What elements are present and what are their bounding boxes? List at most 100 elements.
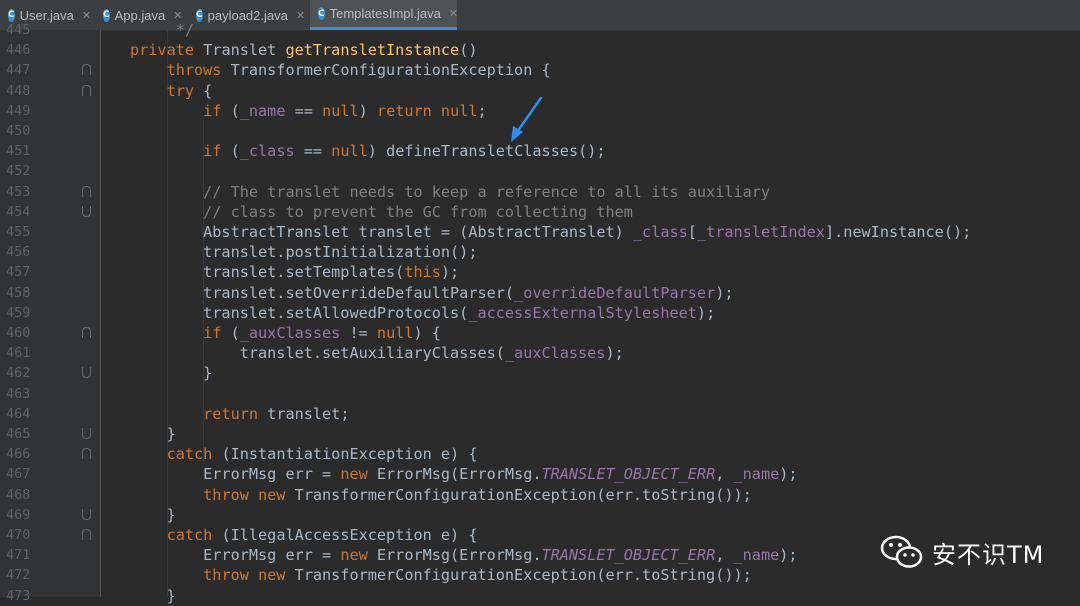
code-line[interactable]: 459 translet.setAllowedProtocols(_access…	[0, 303, 1080, 323]
code-line[interactable]: 447 throws TransformerConfigurationExcep…	[0, 60, 1080, 80]
code-text: if (_name == null) return null;	[130, 101, 487, 121]
code-token: }	[130, 505, 176, 524]
code-text: ErrorMsg err = new ErrorMsg(ErrorMsg.TRA…	[130, 545, 798, 565]
code-token: );	[696, 303, 716, 322]
line-number: 467	[6, 466, 31, 483]
code-token: new	[340, 546, 377, 565]
wechat-icon	[880, 535, 923, 568]
code-token: _name	[733, 465, 780, 484]
code-token: null	[331, 142, 368, 161]
fold-marker-icon[interactable]	[82, 64, 91, 76]
code-token: if	[203, 324, 231, 342]
code-token: null	[376, 324, 414, 342]
code-line[interactable]: 468 throw new TransformerConfigurationEx…	[0, 485, 1080, 505]
line-number: 457	[6, 264, 31, 281]
code-token: );	[605, 344, 624, 363]
code-text: private Translet getTransletInstance()	[130, 40, 477, 60]
code-token: _accessExternalStylesheet	[468, 303, 697, 322]
fold-marker-icon[interactable]	[82, 84, 91, 96]
line-number: 456	[6, 244, 31, 261]
line-number: 459	[6, 304, 31, 321]
code-text: }	[130, 363, 212, 383]
code-line[interactable]: 446 private Translet getTransletInstance(…	[0, 40, 1080, 60]
code-token: null	[322, 101, 359, 120]
fold-marker-icon[interactable]	[82, 327, 91, 338]
fold-marker-icon[interactable]	[82, 428, 91, 439]
code-line[interactable]: 473 }	[0, 586, 1080, 606]
code-token: getTransletInstance	[285, 41, 460, 60]
close-icon[interactable]: ✕	[449, 7, 458, 20]
code-token: _auxClasses	[504, 344, 606, 363]
code-line[interactable]: 467 ErrorMsg err = new ErrorMsg(ErrorMsg…	[0, 464, 1080, 484]
fold-marker-icon[interactable]	[82, 529, 91, 540]
code-token: throw new	[203, 485, 295, 504]
line-number: 472	[6, 567, 31, 584]
code-token: ErrorMsg(ErrorMsg.	[376, 465, 542, 484]
code-line[interactable]: 462 }	[0, 363, 1080, 383]
code-token: translet.setTemplates(	[130, 263, 405, 282]
code-text: if (_auxClasses != null) {	[130, 323, 441, 343]
fold-marker-icon[interactable]	[82, 185, 91, 197]
code-text: translet.setAllowedProtocols(_accessExte…	[130, 303, 715, 323]
code-line[interactable]: 452	[0, 161, 1080, 181]
code-token: catch	[166, 526, 222, 544]
code-token: this	[404, 263, 441, 282]
code-token: TRANSLET_OBJECT_ERR	[541, 546, 716, 565]
code-line[interactable]: 453 // The translet needs to keep a refe…	[0, 182, 1080, 202]
code-line[interactable]: 455 AbstractTranslet translet = (Abstrac…	[0, 222, 1080, 242]
code-token: translet;	[267, 404, 350, 423]
code-line[interactable]: 463	[0, 384, 1080, 404]
code-line[interactable]: 465 }	[0, 424, 1080, 444]
tab-label: TemplatesImpl.java	[329, 6, 441, 21]
code-token: (	[230, 101, 240, 120]
code-line[interactable]: 464 return translet;	[0, 404, 1080, 424]
code-text: // The translet needs to keep a referenc…	[130, 182, 770, 202]
code-token: TransformerConfigurationException {	[230, 61, 551, 80]
code-token: _name	[239, 101, 286, 120]
code-token: ;	[477, 101, 487, 120]
code-line[interactable]: 460 if (_auxClasses != null) {	[0, 323, 1080, 343]
code-line[interactable]: 456 translet.postInitialization();	[0, 242, 1080, 262]
code-token: }	[130, 586, 176, 605]
code-line[interactable]: 466 catch (InstantiationException e) {	[0, 444, 1080, 464]
code-line[interactable]: 451 if (_class == null) defineTransletCl…	[0, 141, 1080, 161]
fold-marker-icon[interactable]	[82, 367, 91, 379]
code-text: try {	[130, 81, 213, 101]
code-line[interactable]: 457 translet.setTemplates(this);	[0, 262, 1080, 282]
code-token: TransformerConfigurationException(err.to…	[294, 485, 752, 504]
line-number: 458	[6, 284, 31, 301]
code-line[interactable]: 445 */	[0, 20, 1080, 40]
code-line[interactable]: 454 // class to prevent the GC from coll…	[0, 202, 1080, 222]
code-text: translet.setAuxiliaryClasses(_auxClasses…	[130, 343, 624, 363]
code-token: if	[203, 142, 231, 161]
line-number: 449	[6, 102, 31, 119]
code-token: _auxClasses	[239, 324, 341, 342]
code-token: _class	[632, 223, 688, 241]
code-token: translet.setAuxiliaryClasses(	[130, 344, 505, 363]
code-token: translet.setAllowedProtocols(	[130, 303, 469, 322]
code-line[interactable]: 458 translet.setOverrideDefaultParser(_o…	[0, 283, 1080, 303]
code-text: translet.setTemplates(this);	[130, 262, 459, 282]
code-token: catch	[166, 445, 222, 464]
code-token: ].newInstance();	[824, 223, 972, 241]
line-number: 464	[6, 405, 31, 422]
code-text: }	[130, 505, 176, 525]
code-text: }	[130, 586, 176, 606]
line-number: 473	[6, 587, 31, 604]
fold-marker-icon[interactable]	[82, 448, 91, 460]
code-token: )	[358, 101, 377, 120]
code-token: );	[779, 546, 798, 565]
code-line[interactable]: 469 }	[0, 505, 1080, 525]
fold-marker-icon[interactable]	[82, 508, 91, 520]
line-number: 470	[6, 527, 31, 543]
fold-marker-icon[interactable]	[82, 205, 91, 217]
code-line[interactable]: 461 translet.setAuxiliaryClasses(_auxCla…	[0, 343, 1080, 363]
code-text: catch (IllegalAccessException e) {	[130, 525, 478, 545]
code-token: );	[779, 465, 798, 484]
code-token: ()	[459, 41, 478, 60]
